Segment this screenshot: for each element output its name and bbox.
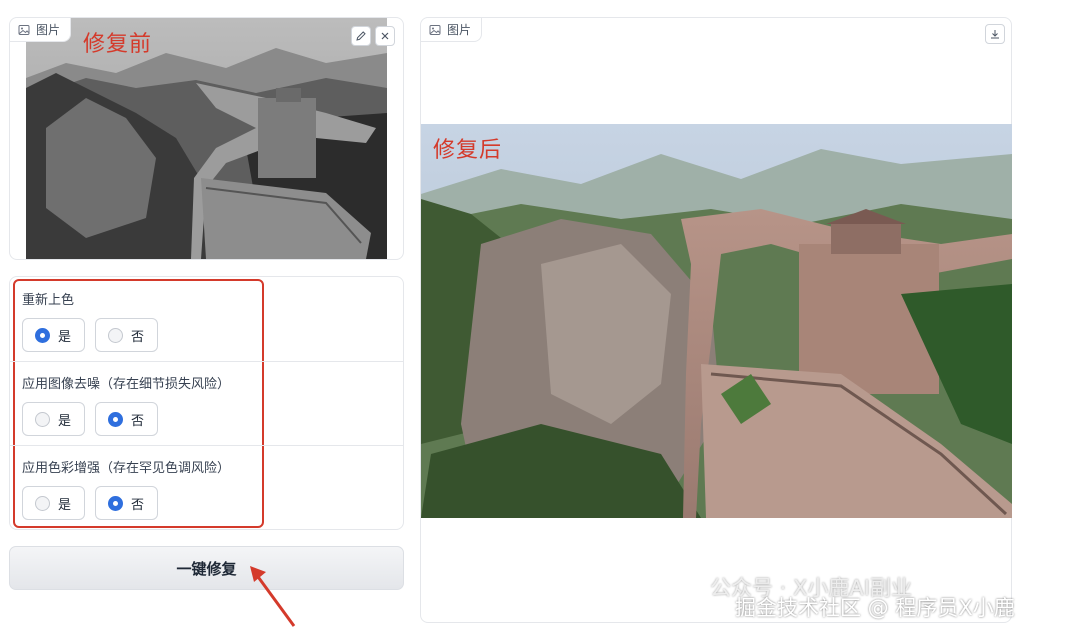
recolor-no-label: 否 (131, 329, 145, 345)
input-image-tag-label: 图片 (36, 23, 61, 37)
clear-button[interactable] (375, 26, 395, 46)
recolor-no-radio[interactable]: 否 (95, 318, 158, 352)
output-image-tag: 图片 (421, 18, 483, 42)
color-enhance-title: 应用色彩增强（存在罕见色调风险） (22, 461, 231, 476)
color-enhance-yes-label: 是 (58, 497, 72, 513)
recolor-title: 重新上色 (22, 293, 75, 308)
after-label: 修复后 (433, 138, 503, 163)
divider (10, 445, 403, 446)
watermark-line2: 掘金技术社区 @ 程序员X小鹿 (735, 596, 1015, 620)
input-image-tag: 图片 (10, 18, 72, 42)
recolor-yes-radio[interactable]: 是 (22, 318, 85, 352)
denoise-no-label: 否 (131, 413, 145, 429)
input-image-panel: 图片 修复前 (9, 17, 404, 260)
one-click-restore-button[interactable]: 一键修复 (9, 546, 404, 590)
download-icon (991, 30, 999, 39)
divider (10, 361, 403, 362)
radio-dot (108, 495, 123, 511)
radio-dot (108, 327, 123, 343)
output-image-tag-label: 图片 (447, 23, 472, 37)
radio-dot (108, 411, 123, 427)
color-enhance-option-group: 应用色彩增强（存在罕见色调风险） 是 否 (22, 457, 391, 520)
output-photo (421, 124, 1012, 518)
denoise-no-radio[interactable]: 否 (95, 402, 158, 436)
color-enhance-no-radio[interactable]: 否 (95, 486, 158, 520)
color-enhance-no-label: 否 (131, 497, 145, 513)
close-icon (381, 32, 389, 40)
pencil-icon (356, 31, 366, 41)
options-panel: 重新上色 是 否 应用图像去噪（存在细节损失风险） 是 否 应用色彩增强（存在罕… (9, 276, 404, 530)
image-icon (18, 24, 30, 35)
edit-button[interactable] (351, 26, 371, 46)
radio-dot (35, 495, 50, 511)
one-click-restore-label: 一键修复 (176, 559, 237, 578)
color-enhance-yes-radio[interactable]: 是 (22, 486, 85, 520)
annotation-arrow (250, 566, 296, 627)
before-label: 修复前 (83, 32, 153, 57)
denoise-yes-radio[interactable]: 是 (22, 402, 85, 436)
recolor-option-group: 重新上色 是 否 (22, 289, 391, 352)
denoise-title: 应用图像去噪（存在细节损失风险） (22, 377, 231, 392)
image-icon (429, 24, 441, 35)
denoise-yes-label: 是 (58, 413, 72, 429)
download-button[interactable] (985, 24, 1005, 44)
radio-dot (35, 327, 50, 343)
input-photo (26, 18, 387, 259)
radio-dot (35, 411, 50, 427)
denoise-option-group: 应用图像去噪（存在细节损失风险） 是 否 (22, 373, 391, 436)
recolor-yes-label: 是 (58, 329, 72, 345)
output-image-panel: 图片 修复后 (420, 17, 1012, 623)
